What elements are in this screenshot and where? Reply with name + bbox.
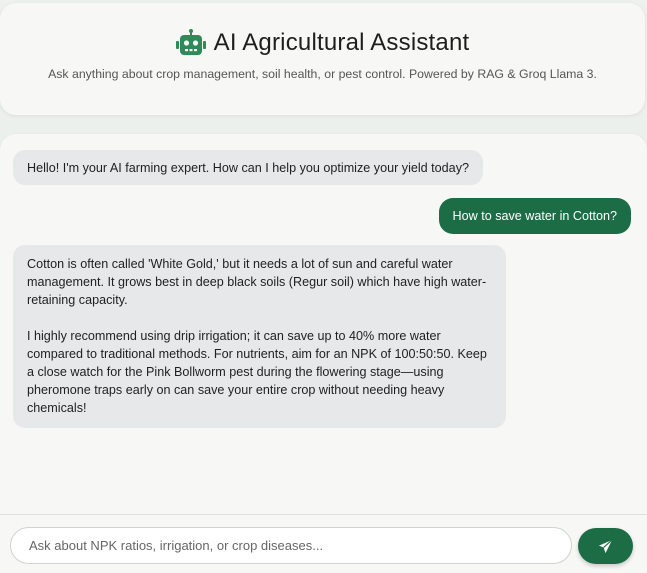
header-card: AI Agricultural Assistant Ask anything a…: [0, 3, 645, 115]
user-message: How to save water in Cotton?: [438, 198, 631, 234]
page-title: AI Agricultural Assistant: [213, 29, 470, 56]
page-subtitle: Ask anything about crop management, soil…: [48, 67, 597, 81]
assistant-message: Hello! I'm your AI farming expert. How c…: [13, 150, 483, 185]
paper-plane-icon: [598, 539, 613, 553]
title-row: AI Agricultural Assistant: [0, 29, 645, 57]
message-paragraph: I highly recommend using drip irrigation…: [27, 329, 487, 415]
app-page: AI Agricultural Assistant Ask anything a…: [0, 0, 647, 573]
robot-icon: [175, 29, 206, 55]
chat-panel: Hello! I'm your AI farming expert. How c…: [0, 134, 647, 573]
input-bar: [0, 514, 647, 573]
chat-input[interactable]: [10, 527, 572, 564]
send-button[interactable]: [578, 528, 633, 564]
assistant-message: Cotton is often called 'White Gold,' but…: [13, 245, 506, 428]
message-paragraph: Cotton is often called 'White Gold,' but…: [27, 257, 487, 307]
